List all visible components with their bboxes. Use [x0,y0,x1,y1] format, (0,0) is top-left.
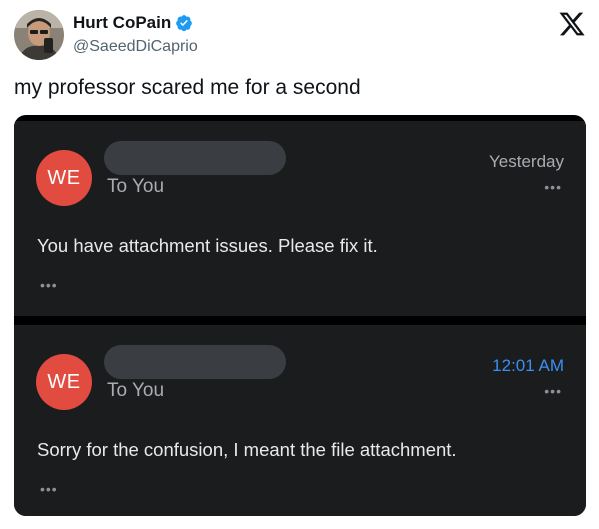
email-time: Yesterday [489,152,564,171]
tweet-header: Hurt CoPain @SaeedDiCaprio [14,10,586,64]
author-avatar[interactable] [14,10,64,60]
more-options-icon: ••• [544,179,562,195]
expand-message-icon: ••• [40,277,58,293]
tweet-text: my professor scared me for a second [14,76,361,99]
email-message: Sorry for the confusion, I meant the fil… [37,439,457,460]
email-message: You have attachment issues. Please fix i… [37,235,378,256]
x-logo-icon[interactable] [558,10,586,38]
sender-avatar: WE [36,354,92,410]
author-name-text[interactable]: Hurt CoPain [73,13,171,33]
more-options-icon: ••• [544,383,562,399]
sender-avatar: WE [36,150,92,206]
redacted-sender-name [104,345,286,379]
verified-badge-icon [175,14,193,32]
email-card: WE To You Yesterday ••• You have attachm… [14,121,586,316]
author-handle[interactable]: @SaeedDiCaprio [73,38,198,56]
author-name[interactable]: Hurt CoPain [73,13,193,33]
recipient-label: To You [107,176,165,197]
recipient-label: To You [107,380,165,401]
expand-message-icon: ••• [40,481,58,497]
tweet-media-image[interactable]: WE To You Yesterday ••• You have attachm… [14,115,586,516]
email-card: WE To You 12:01 AM ••• Sorry for the con… [14,325,586,516]
redacted-sender-name [104,141,286,175]
email-time: 12:01 AM [492,356,564,375]
